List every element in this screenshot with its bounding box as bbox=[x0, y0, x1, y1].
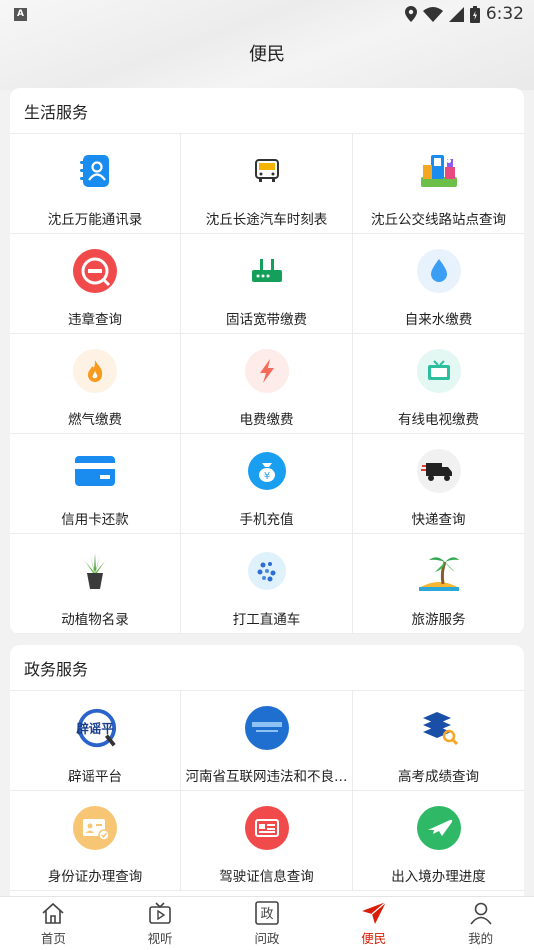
id-card-icon bbox=[72, 805, 118, 851]
signal-icon bbox=[448, 6, 464, 22]
service-label: 辟谣平台 bbox=[68, 769, 122, 785]
bus-icon bbox=[244, 148, 290, 194]
gov-services-card: 政务服务 辟谣平 辟谣平台 河南省互联网违法和不良… 高考成绩查询 身份证办理查… bbox=[10, 645, 524, 905]
service-contacts[interactable]: 沈丘万能通讯录 bbox=[10, 134, 181, 234]
service-label: 身份证办理查询 bbox=[47, 869, 143, 885]
service-label: 手机充值 bbox=[239, 512, 294, 528]
service-label: 电费缴费 bbox=[239, 412, 294, 428]
service-label: 快递查询 bbox=[411, 512, 466, 528]
service-id-card[interactable]: 身份证办理查询 bbox=[10, 791, 181, 891]
plane-icon bbox=[416, 805, 462, 851]
service-exit-entry[interactable]: 出入境办理进度 bbox=[353, 791, 524, 891]
video-icon bbox=[147, 900, 173, 926]
user-icon bbox=[468, 900, 494, 926]
service-gaokao[interactable]: 高考成绩查询 bbox=[353, 691, 524, 791]
service-flora-fauna[interactable]: 动植物名录 bbox=[10, 534, 181, 634]
home-icon bbox=[40, 900, 66, 926]
nav-profile[interactable]: 我的 bbox=[431, 900, 531, 947]
contacts-book-icon bbox=[72, 148, 118, 194]
service-driver-license[interactable]: 驾驶证信息查询 bbox=[181, 791, 353, 891]
books-search-icon bbox=[416, 705, 462, 751]
notification-icon: A bbox=[14, 7, 27, 21]
service-label: 燃气缴费 bbox=[68, 412, 122, 428]
service-broadband[interactable]: 固话宽带缴费 bbox=[181, 234, 353, 334]
rumor-logo-icon: 辟谣平 bbox=[72, 705, 118, 751]
rumor-logo-text: 辟谣平 bbox=[76, 721, 114, 736]
service-label: 违章查询 bbox=[68, 312, 122, 328]
credit-card-icon bbox=[72, 448, 118, 494]
nav-gov-label: 问政 bbox=[254, 931, 280, 946]
service-bus-schedule[interactable]: 沈丘长途汽车时刻表 bbox=[181, 134, 353, 234]
life-services-card: 生活服务 沈丘万能通讯录 沈丘长途汽车时刻表 沈丘公交线路站点查询 违章查询 固… bbox=[10, 88, 524, 634]
service-label: 固话宽带缴费 bbox=[226, 312, 307, 328]
service-label: 沈丘公交线路站点查询 bbox=[371, 212, 506, 228]
service-label: 沈丘万能通讯录 bbox=[47, 212, 143, 228]
delivery-truck-icon bbox=[416, 448, 462, 494]
nav-convenience[interactable]: 便民 bbox=[324, 900, 424, 947]
report-logo-icon bbox=[244, 705, 290, 751]
tv-icon bbox=[416, 348, 462, 394]
lightning-icon bbox=[244, 348, 290, 394]
battery-icon bbox=[469, 5, 480, 23]
service-travel[interactable]: 旅游服务 bbox=[353, 534, 524, 634]
driver-license-icon bbox=[244, 805, 290, 851]
service-label: 河南省互联网违法和不良… bbox=[185, 769, 348, 785]
nav-gov[interactable]: 政 问政 bbox=[217, 900, 317, 947]
location-icon bbox=[404, 6, 417, 22]
nav-video-label: 视听 bbox=[147, 931, 173, 946]
service-label: 打工直通车 bbox=[232, 612, 301, 628]
water-drop-icon bbox=[416, 248, 462, 294]
service-label: 信用卡还款 bbox=[61, 512, 129, 528]
service-label: 沈丘长途汽车时刻表 bbox=[205, 212, 328, 228]
bottom-nav: 首页 视听 政 问政 便民 我的 bbox=[0, 896, 534, 950]
violation-icon bbox=[72, 248, 118, 294]
gov-icon: 政 bbox=[254, 900, 280, 926]
svg-text:¥: ¥ bbox=[263, 471, 269, 482]
service-electricity[interactable]: 电费缴费 bbox=[181, 334, 353, 434]
gov-icon-glyph: 政 bbox=[260, 907, 273, 922]
service-cable-tv[interactable]: 有线电视缴费 bbox=[353, 334, 524, 434]
status-time: 6:32 bbox=[485, 4, 524, 24]
service-label: 有线电视缴费 bbox=[398, 412, 479, 428]
router-icon bbox=[244, 248, 290, 294]
service-label: 自来水缴费 bbox=[404, 312, 473, 328]
service-violation[interactable]: 违章查询 bbox=[10, 234, 181, 334]
wifi-icon bbox=[422, 6, 443, 22]
send-arrow-icon bbox=[361, 900, 387, 926]
service-express[interactable]: 快递查询 bbox=[353, 434, 524, 534]
service-label: 出入境办理进度 bbox=[391, 869, 486, 885]
nav-convenience-label: 便民 bbox=[361, 931, 387, 946]
life-services-title: 生活服务 bbox=[10, 88, 524, 134]
status-bar: A 6:32 bbox=[0, 0, 534, 28]
nav-home[interactable]: 首页 bbox=[3, 900, 103, 947]
gov-services-grid: 辟谣平 辟谣平台 河南省互联网违法和不良… 高考成绩查询 身份证办理查询 驾驶证… bbox=[10, 691, 524, 891]
nav-profile-label: 我的 bbox=[468, 931, 494, 946]
service-jobs[interactable]: 打工直通车 bbox=[181, 534, 353, 634]
service-water[interactable]: 自来水缴费 bbox=[353, 234, 524, 334]
service-internet-report[interactable]: 河南省互联网违法和不良… bbox=[181, 691, 353, 791]
nav-home-label: 首页 bbox=[40, 931, 66, 946]
nav-video[interactable]: 视听 bbox=[110, 900, 210, 947]
service-label: 驾驶证信息查询 bbox=[219, 869, 314, 885]
service-bus-stops[interactable]: 沈丘公交线路站点查询 bbox=[353, 134, 524, 234]
flame-icon bbox=[72, 348, 118, 394]
life-services-grid: 沈丘万能通讯录 沈丘长途汽车时刻表 沈丘公交线路站点查询 违章查询 固话宽带缴费… bbox=[10, 134, 524, 634]
service-label: 旅游服务 bbox=[411, 612, 466, 628]
gov-services-title: 政务服务 bbox=[10, 645, 524, 691]
money-bag-icon: ¥ bbox=[244, 448, 290, 494]
service-gas[interactable]: 燃气缴费 bbox=[10, 334, 181, 434]
dots-circle-icon bbox=[244, 548, 290, 594]
service-credit-card[interactable]: 信用卡还款 bbox=[10, 434, 181, 534]
service-label: 动植物名录 bbox=[61, 612, 129, 628]
palm-island-icon bbox=[416, 548, 462, 594]
page-title: 便民 bbox=[249, 44, 285, 65]
city-map-icon bbox=[416, 148, 462, 194]
potted-plant-icon bbox=[72, 548, 118, 594]
service-phone-recharge[interactable]: ¥ 手机充值 bbox=[181, 434, 353, 534]
service-label: 高考成绩查询 bbox=[398, 769, 479, 785]
service-rumor-platform[interactable]: 辟谣平 辟谣平台 bbox=[10, 691, 181, 791]
